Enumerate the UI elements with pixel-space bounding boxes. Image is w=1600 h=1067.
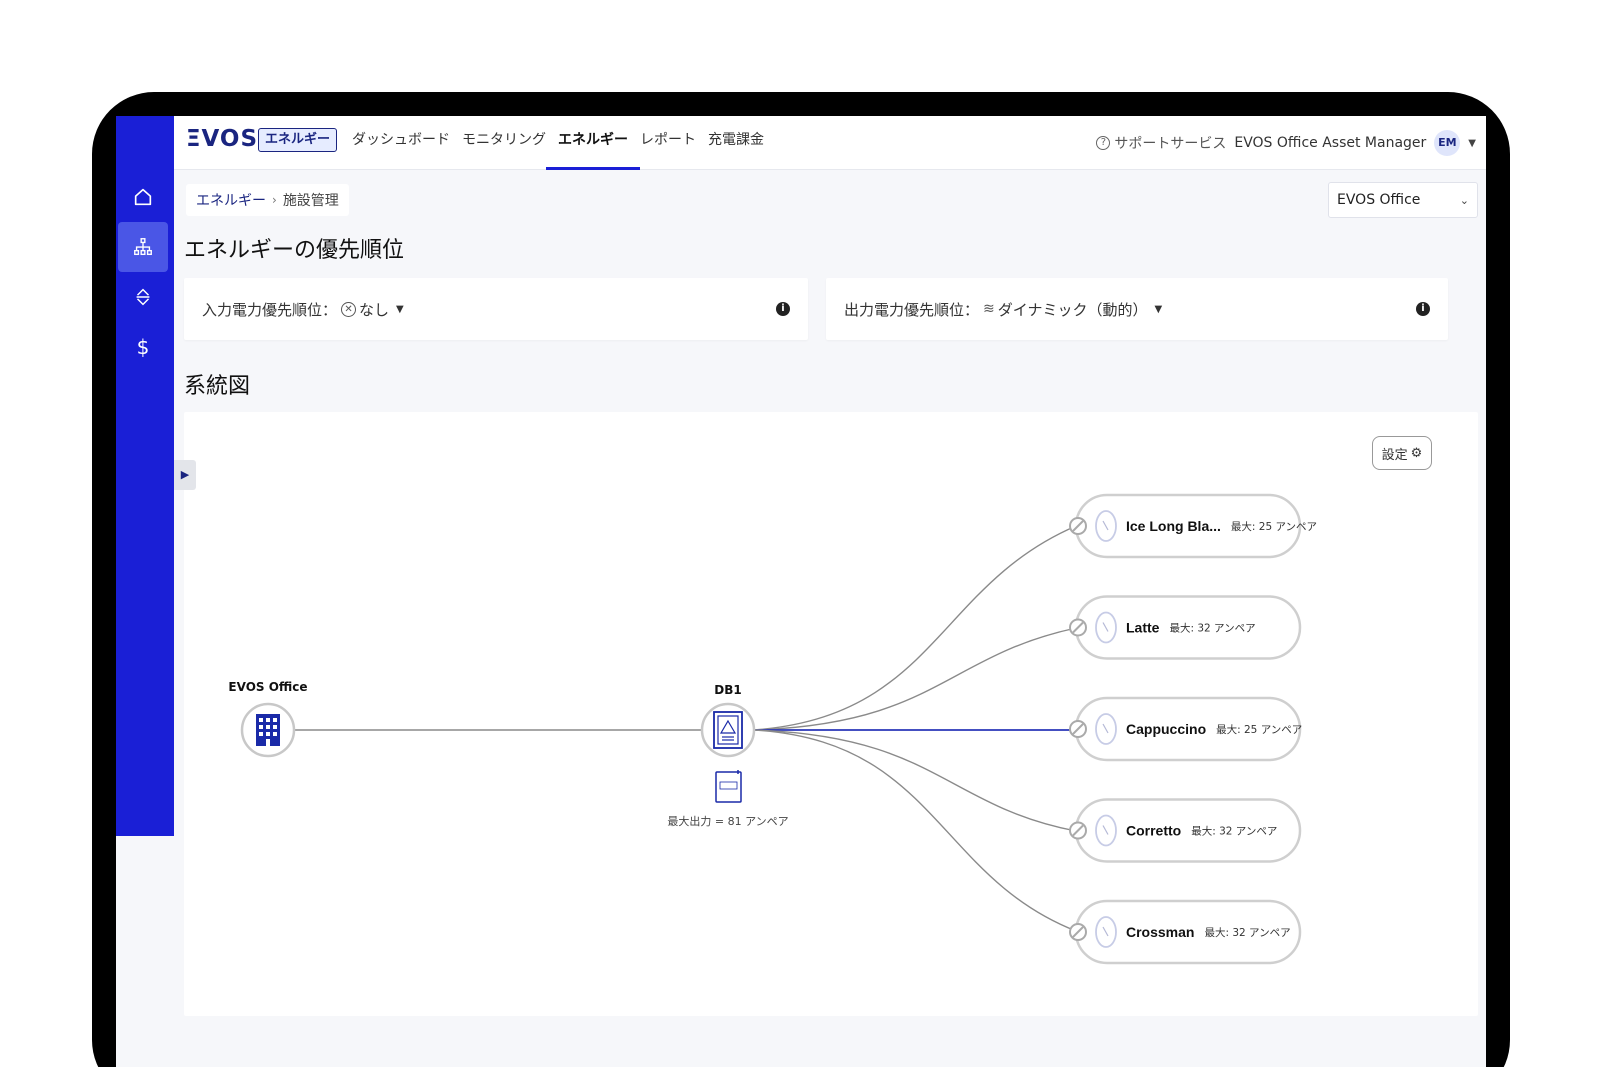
charger-node[interactable]: Corretto 最大: 32 アンペア xyxy=(1069,798,1302,863)
charger-max-current: 最大: 25 アンペア xyxy=(1216,723,1302,736)
charger-icon xyxy=(1095,510,1117,542)
disconnected-plug-icon xyxy=(1069,720,1087,738)
line-charger-1 xyxy=(753,525,1077,731)
charger-node[interactable]: Crossman 最大: 32 アンペア xyxy=(1069,899,1302,965)
charger-name: Crossman xyxy=(1126,924,1194,940)
charger-name: Corretto xyxy=(1126,823,1181,839)
charger-name: Latte xyxy=(1126,620,1160,636)
line-charger-4 xyxy=(753,729,1077,832)
db-node[interactable]: DB1 最大出力 = 81 アンペア xyxy=(667,683,788,828)
disconnected-plug-icon xyxy=(1069,618,1087,637)
charger-name: Cappuccino xyxy=(1126,721,1206,737)
meter-icon xyxy=(715,770,742,803)
building-icon xyxy=(256,714,280,746)
charger-icon xyxy=(1095,814,1117,847)
site-node-label: EVOS Office xyxy=(228,680,307,694)
charger-list: Ice Long Bla... 最大: 25 アンペア Latte 最大: 32 アン… xyxy=(1069,493,1317,965)
app-screen: $ ΞVOS エネルギー ダッシュボード モニタリング エネルギー レポート 充… xyxy=(116,116,1486,1067)
site-node[interactable]: EVOS Office xyxy=(228,680,308,758)
charger-max-current: 最大: 32 アンペア xyxy=(1169,622,1255,635)
charger-max-current: 最大: 32 アンペア xyxy=(1204,926,1290,939)
db-node-label: DB1 xyxy=(714,683,741,697)
charger-max-current: 最大: 25 アンペア xyxy=(1231,520,1317,533)
disconnected-plug-icon xyxy=(1069,923,1087,941)
charger-name: Ice Long Bla... xyxy=(1126,518,1221,534)
charger-icon xyxy=(1095,611,1117,644)
charger-node[interactable]: Cappuccino 最大: 25 アンペア xyxy=(1069,696,1302,762)
charger-icon xyxy=(1095,713,1117,745)
disconnected-plug-icon xyxy=(1069,517,1087,535)
single-line-diagram: EVOS Office DB1 最大出力 = 81 アンペア Ice Long … xyxy=(228,493,1317,965)
line-charger-2 xyxy=(753,627,1077,731)
charger-node[interactable]: Latte 最大: 32 アンペア xyxy=(1069,595,1302,660)
charger-max-current: 最大: 32 アンペア xyxy=(1191,825,1277,838)
charger-node[interactable]: Ice Long Bla... 最大: 25 アンペア xyxy=(1069,493,1317,559)
line-charger-5 xyxy=(753,729,1077,932)
charger-icon xyxy=(1095,916,1117,948)
db-max-output: 最大出力 = 81 アンペア xyxy=(667,814,788,828)
disconnected-plug-icon xyxy=(1069,821,1087,840)
